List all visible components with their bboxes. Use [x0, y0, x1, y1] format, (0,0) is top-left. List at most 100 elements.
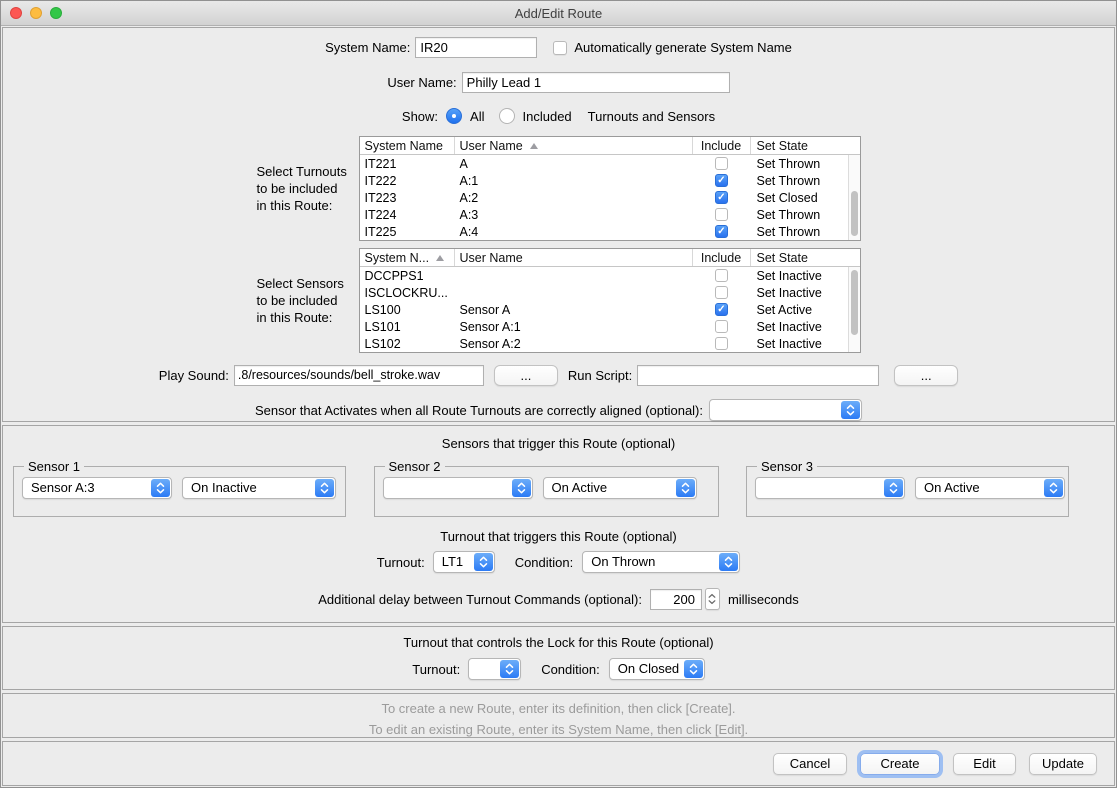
run-script-browse-button[interactable]: ... — [894, 365, 958, 386]
include-cell[interactable] — [693, 286, 751, 299]
include-cell[interactable] — [693, 269, 751, 282]
include-cell[interactable] — [693, 225, 751, 238]
set-state-cell[interactable]: Set Active — [751, 303, 850, 317]
include-checkbox[interactable] — [715, 157, 728, 170]
sensor-1-condition-combo[interactable]: On Inactive — [182, 477, 336, 499]
combo-arrows-icon — [841, 401, 860, 419]
table-row[interactable]: IT225A:4Set Thrown — [360, 223, 848, 240]
user-name-cell: Sensor A:1 — [455, 320, 693, 334]
lock-condition-combo[interactable]: On Closed — [609, 658, 705, 680]
include-checkbox[interactable] — [715, 337, 728, 350]
sensors-table[interactable]: System N...User NameIncludeSet State DCC… — [359, 248, 861, 353]
include-cell[interactable] — [693, 157, 751, 170]
play-sound-input[interactable] — [234, 365, 484, 386]
table-row[interactable]: LS100Sensor ASet Active — [360, 301, 848, 318]
set-state-cell[interactable]: Set Thrown — [751, 174, 850, 188]
include-cell[interactable] — [693, 208, 751, 221]
close-window-icon[interactable] — [10, 7, 22, 19]
edit-button[interactable]: Edit — [953, 753, 1016, 775]
column-header[interactable]: Include — [693, 137, 751, 154]
zoom-window-icon[interactable] — [50, 7, 62, 19]
set-state-cell[interactable]: Set Thrown — [751, 157, 850, 171]
include-cell[interactable] — [693, 174, 751, 187]
include-checkbox[interactable] — [715, 269, 728, 282]
include-checkbox[interactable] — [715, 286, 728, 299]
system-name-label: System Name: — [325, 40, 410, 55]
column-header[interactable]: Set State — [751, 137, 850, 154]
turnouts-table[interactable]: System NameUser NameIncludeSet State IT2… — [359, 136, 861, 241]
user-name-input[interactable] — [462, 72, 730, 93]
combo-arrows-icon — [315, 479, 334, 497]
table-row[interactable]: LS102Sensor A:2Set Inactive — [360, 335, 848, 352]
include-checkbox[interactable] — [715, 174, 728, 187]
delay-stepper[interactable] — [705, 588, 720, 610]
aligned-sensor-combo[interactable] — [709, 399, 862, 421]
run-script-label: Run Script: — [568, 368, 632, 383]
sensor-2-combo[interactable] — [383, 477, 533, 499]
help-section: To create a new Route, enter its definit… — [2, 693, 1115, 738]
system-name-input[interactable] — [415, 37, 537, 58]
lock-turnout-combo[interactable] — [468, 658, 521, 680]
include-cell[interactable] — [693, 191, 751, 204]
set-state-cell[interactable]: Set Inactive — [751, 286, 850, 300]
column-header[interactable]: System Name — [360, 137, 455, 154]
run-script-input[interactable] — [637, 365, 879, 386]
show-all-radio[interactable] — [446, 108, 462, 124]
select-turnouts-label: Select Turnouts to be included in this R… — [257, 163, 354, 214]
table-row[interactable]: LS101Sensor A:1Set Inactive — [360, 318, 848, 335]
cancel-button[interactable]: Cancel — [773, 753, 847, 775]
button-bar: Cancel Create Edit Update — [2, 741, 1115, 786]
column-header[interactable]: System N... — [360, 249, 455, 266]
table-row[interactable]: IT222A:1Set Thrown — [360, 172, 848, 189]
include-checkbox[interactable] — [715, 225, 728, 238]
scrollbar-thumb[interactable] — [851, 191, 858, 236]
set-state-cell[interactable]: Set Thrown — [751, 208, 850, 222]
trigger-condition-combo[interactable]: On Thrown — [582, 551, 740, 573]
column-header[interactable]: User Name — [455, 249, 693, 266]
route-definition-section: System Name: Automatically generate Syst… — [2, 27, 1115, 422]
title-bar[interactable]: Add/Edit Route — [1, 1, 1116, 26]
sensor-2-legend: Sensor 2 — [385, 459, 445, 474]
lock-turnout-label: Turnout: — [412, 662, 460, 677]
sensor-3-combo[interactable] — [755, 477, 905, 499]
create-button[interactable]: Create — [860, 753, 940, 775]
sensor-1-group: Sensor 1 Sensor A:3 On Inactive — [13, 459, 346, 517]
column-header[interactable]: Include — [693, 249, 751, 266]
sensor-3-condition-combo[interactable]: On Active — [915, 477, 1065, 499]
include-checkbox[interactable] — [715, 208, 728, 221]
include-cell[interactable] — [693, 303, 751, 316]
minimize-window-icon[interactable] — [30, 7, 42, 19]
set-state-cell[interactable]: Set Inactive — [751, 337, 850, 351]
table-row[interactable]: IT223A:2Set Closed — [360, 189, 848, 206]
combo-arrows-icon — [512, 479, 531, 497]
include-checkbox[interactable] — [715, 320, 728, 333]
scrollbar-thumb[interactable] — [851, 270, 858, 335]
show-included-radio[interactable] — [499, 108, 515, 124]
sensor-2-condition-combo[interactable]: On Active — [543, 477, 697, 499]
update-button[interactable]: Update — [1029, 753, 1097, 775]
set-state-cell[interactable]: Set Inactive — [751, 269, 850, 283]
table-row[interactable]: IT224A:3Set Thrown — [360, 206, 848, 223]
select-sensors-label: Select Sensors to be included in this Ro… — [257, 275, 354, 326]
turnouts-scrollbar[interactable] — [848, 155, 860, 240]
delay-input[interactable] — [650, 589, 702, 610]
play-sound-browse-button[interactable]: ... — [494, 365, 558, 386]
set-state-cell[interactable]: Set Thrown — [751, 225, 850, 239]
table-row[interactable]: ISCLOCKRU...Set Inactive — [360, 284, 848, 301]
sensors-scrollbar[interactable] — [848, 267, 860, 352]
sensor-1-combo[interactable]: Sensor A:3 — [22, 477, 172, 499]
auto-generate-checkbox[interactable] — [553, 41, 567, 55]
column-header[interactable]: Set State — [751, 249, 850, 266]
set-state-cell[interactable]: Set Closed — [751, 191, 850, 205]
include-cell[interactable] — [693, 337, 751, 350]
table-row[interactable]: DCCPPS1Set Inactive — [360, 267, 848, 284]
trigger-turnout-combo[interactable]: LT1 — [433, 551, 495, 573]
include-cell[interactable] — [693, 320, 751, 333]
column-header[interactable]: User Name — [455, 137, 693, 154]
table-row[interactable]: IT221ASet Thrown — [360, 155, 848, 172]
set-state-cell[interactable]: Set Inactive — [751, 320, 850, 334]
include-checkbox[interactable] — [715, 191, 728, 204]
include-checkbox[interactable] — [715, 303, 728, 316]
system-name-cell: LS102 — [360, 337, 455, 351]
aligned-sensor-label: Sensor that Activates when all Route Tur… — [255, 403, 703, 418]
